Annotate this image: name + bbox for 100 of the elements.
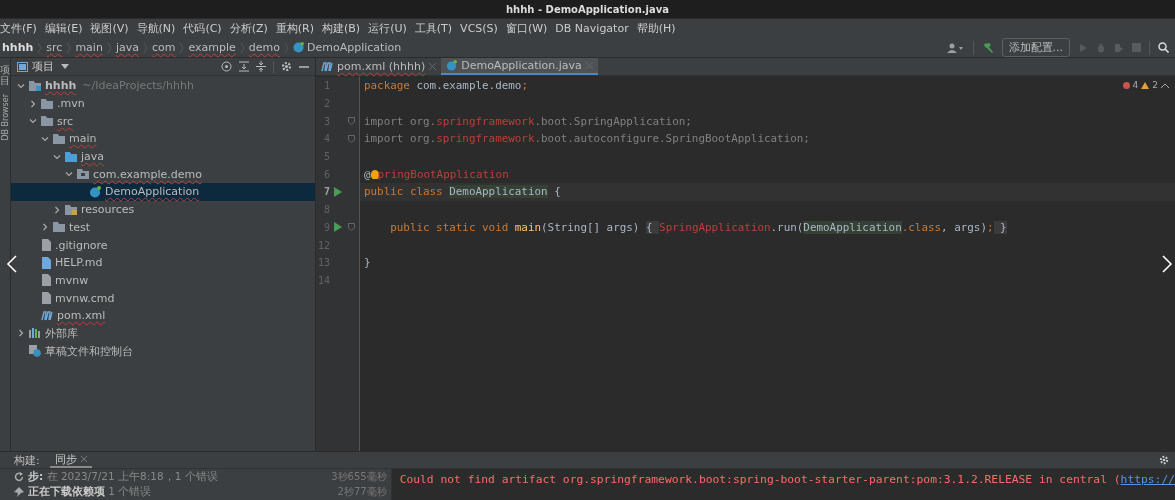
code-line: } [364, 256, 371, 270]
menu-item[interactable]: 构建(B) [318, 21, 365, 36]
chevron-icon [106, 41, 112, 54]
project-path: ~/IdeaProjects/hhhh [82, 79, 194, 93]
chevron-icon [179, 41, 185, 54]
folder-icon [65, 204, 77, 215]
dropdown-caret-icon[interactable] [61, 64, 69, 69]
add-configuration-button[interactable]: 添加配置... [1001, 38, 1070, 57]
chevron-icon[interactable] [17, 329, 25, 338]
build-step[interactable]: 正在下载依赖项 1 个错误 [28, 484, 152, 499]
class-icon [89, 185, 101, 198]
code-line: package com.example.demo; [364, 79, 528, 93]
tree-item[interactable]: java [11, 147, 315, 166]
breadcrumb[interactable]: src [46, 41, 63, 54]
tree-item[interactable]: .mvn [11, 94, 315, 113]
tree-item[interactable]: DemoApplication [11, 183, 315, 201]
build-tab[interactable]: 同步 [49, 452, 92, 468]
fold-icon[interactable] [347, 117, 355, 126]
menu-item[interactable]: VCS(S) [456, 22, 502, 35]
menu-item[interactable]: 重构(R) [271, 21, 318, 36]
fold-icon[interactable] [347, 223, 355, 232]
maven-icon [321, 61, 333, 72]
db-browser-tool-tab[interactable]: DB Browser [0, 94, 10, 141]
breadcrumb[interactable]: example [188, 41, 236, 54]
menu-item[interactable]: 导航(N) [132, 21, 180, 36]
expand-all-icon[interactable] [239, 61, 249, 72]
maven-icon [41, 310, 53, 321]
sync-icon [14, 471, 24, 482]
search-icon[interactable] [1158, 42, 1169, 53]
chevron-icon [142, 41, 148, 54]
tree-item[interactable]: 外部库 [11, 324, 315, 343]
chevron-icon [66, 41, 72, 54]
build-step[interactable]: 步: 在 2023/7/21 上午8:18，1 个错误 [28, 469, 218, 484]
tree-item[interactable]: mvnw [11, 271, 315, 290]
menu-item[interactable]: 帮助(H) [632, 21, 680, 36]
breadcrumb[interactable]: java [115, 41, 139, 54]
code-line: public static void main(String[] args) { SpringApplication.run(DemoApplication.class, args); } [389, 220, 1007, 234]
settings-icon[interactable] [281, 61, 292, 72]
project-view-icon [17, 61, 28, 72]
tree-item[interactable]: HELP.md [11, 253, 315, 272]
error-message: Could not find artifact org.springframework.boot:spring-boot-starter-parent:pom:3.1.2.RELEASE in central (https:// [399, 473, 1175, 486]
menu-item[interactable]: 窗口(W) [501, 21, 552, 36]
tree-item[interactable]: com.example.demo [11, 165, 315, 184]
menu-item[interactable]: 视图(V) [86, 21, 133, 36]
folder-icon [41, 98, 53, 109]
menu-item[interactable]: 工具(T) [410, 21, 457, 36]
menu-item[interactable]: 文件(F) [0, 21, 41, 36]
folder-icon [29, 80, 41, 91]
code-line: import org.springframework.boot.autoconfigure.SpringBootApplication; [364, 132, 810, 146]
problems-indicator[interactable]: 4 2 [1122, 80, 1169, 90]
close-icon[interactable] [80, 456, 87, 462]
project-tool-tab[interactable]: 项目 [0, 64, 10, 86]
folder-icon [65, 151, 77, 162]
breadcrumb[interactable]: com [151, 41, 176, 54]
tree-item[interactable]: test [11, 218, 315, 237]
menu-item[interactable]: 分析(Z) [225, 21, 272, 36]
tree-item[interactable]: 草稿文件和控制台 [11, 342, 315, 360]
class-icon [293, 42, 304, 53]
file-icon [41, 274, 51, 287]
editor-tab[interactable]: pom.xml (hhhh) [316, 58, 442, 75]
chevron-icon [239, 41, 245, 54]
fold-icon[interactable] [347, 134, 355, 143]
package-icon [77, 169, 89, 180]
hammer-icon[interactable] [981, 41, 994, 54]
tree-item[interactable]: hhhh ~/IdeaProjects/hhhh [11, 77, 315, 95]
window-title: hhhh - DemoApplication.java [506, 3, 669, 17]
breadcrumb[interactable]: demo [248, 41, 280, 54]
file-icon [41, 256, 51, 269]
chevron-icon [37, 41, 43, 54]
file-icon [41, 239, 51, 252]
tree-item[interactable]: main [11, 130, 315, 148]
folder-icon [41, 116, 53, 127]
menu-item[interactable]: 编辑(E) [40, 21, 87, 36]
locate-icon[interactable] [221, 61, 232, 72]
breadcrumb[interactable]: hhhh [2, 41, 34, 54]
user-icon[interactable] [946, 42, 965, 53]
tree-item[interactable]: .gitignore [11, 236, 315, 254]
run-icon[interactable] [334, 186, 342, 197]
tree-item[interactable]: src [11, 112, 315, 131]
file-icon [41, 292, 51, 305]
run-icon[interactable] [334, 222, 342, 233]
menu-item[interactable]: 代码(C) [179, 21, 226, 36]
collapse-all-icon[interactable] [256, 61, 266, 72]
url-link[interactable]: https:// [1120, 473, 1175, 486]
panel-title: 构建: [14, 452, 40, 468]
line-number: 7 [322, 186, 330, 198]
breadcrumb[interactable]: DemoApplication [307, 41, 402, 54]
folder-icon [53, 222, 65, 233]
settings-icon[interactable] [1159, 455, 1169, 465]
tree-item[interactable]: resources [11, 200, 315, 219]
editor-tab[interactable]: DemoApplication.java [441, 58, 598, 75]
chevron-icon [284, 41, 289, 54]
breadcrumb[interactable]: main [75, 41, 103, 54]
panel-title[interactable]: 项目 [32, 59, 54, 74]
scratch-icon [29, 345, 41, 358]
code-line: public class DemoApplication { [364, 185, 561, 199]
tree-item[interactable]: pom.xml [11, 306, 315, 325]
tree-item[interactable]: mvnw.cmd [11, 289, 315, 307]
menu-item[interactable]: DB Navigator [551, 22, 633, 35]
menu-item[interactable]: 运行(U) [364, 21, 411, 36]
